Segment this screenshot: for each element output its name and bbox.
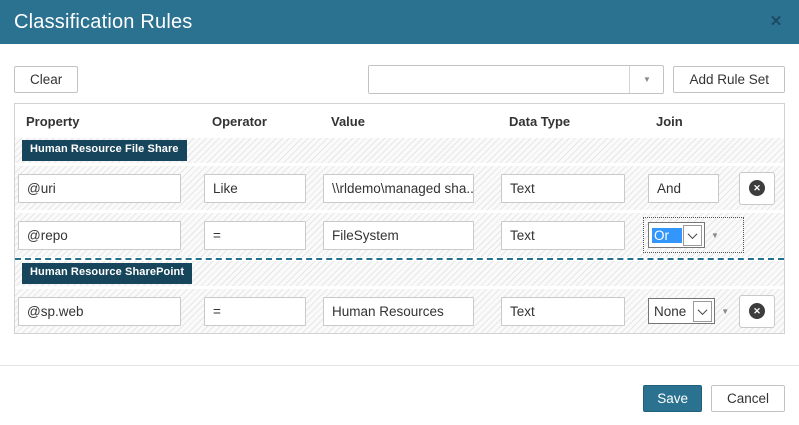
join-selected-option: Or (652, 228, 682, 243)
data-type-field[interactable]: Text (501, 221, 625, 250)
property-field[interactable]: @repo (18, 221, 181, 250)
circle-x-icon: ✕ (749, 303, 765, 319)
value-field[interactable]: FileSystem (323, 221, 474, 250)
group-header-sharepoint: Human Resource SharePoint (15, 261, 784, 286)
group-header-file-share: Human Resource File Share (15, 138, 784, 163)
column-header-data-type: Data Type (501, 114, 648, 129)
dropdown-arrow-icon[interactable]: ▼ (709, 231, 719, 240)
add-rule-set-button[interactable]: Add Rule Set (673, 66, 785, 93)
dialog-title: Classification Rules (14, 11, 193, 34)
join-select-widget: None ▼ (648, 298, 739, 324)
delete-rule-button[interactable]: ✕ (739, 172, 775, 205)
column-header-value: Value (323, 114, 501, 129)
classification-rules-dialog: Classification Rules ✕ Clear ▼ Add Rule … (0, 0, 799, 425)
rule-row-repo: @repo = FileSystem Text Or ▼ (15, 213, 784, 257)
save-button[interactable]: Save (643, 385, 702, 412)
dialog-titlebar: Classification Rules ✕ (0, 0, 799, 44)
select-arrow-box[interactable] (693, 301, 712, 322)
data-type-field[interactable]: Text (501, 174, 625, 203)
join-select[interactable]: Or (648, 222, 705, 248)
circle-x-icon: ✕ (749, 180, 765, 196)
value-field[interactable]: Human Resources (323, 297, 474, 326)
table-header-row: Property Operator Value Data Type Join (15, 104, 784, 138)
join-selected-option: None (654, 304, 692, 319)
property-field[interactable]: @uri (18, 174, 181, 203)
delete-rule-button[interactable]: ✕ (739, 295, 775, 328)
rule-row-sp-web: @sp.web = Human Resources Text None ▼ ✕ (15, 289, 784, 333)
group-badge[interactable]: Human Resource SharePoint (22, 263, 192, 283)
operator-field[interactable]: Like (204, 174, 306, 203)
value-field[interactable]: \\rldemo\managed sha... (323, 174, 474, 203)
column-header-operator: Operator (204, 114, 323, 129)
column-header-property: Property (18, 114, 204, 129)
group-badge[interactable]: Human Resource File Share (22, 140, 187, 160)
select-arrow-box[interactable] (683, 225, 702, 246)
cancel-button[interactable]: Cancel (711, 385, 785, 412)
join-select[interactable]: None (648, 298, 715, 324)
operator-field[interactable]: = (204, 221, 306, 250)
ruleset-combobox: ▼ (368, 65, 664, 94)
footer: Save Cancel (0, 366, 799, 412)
group-separator-dashed-line (15, 258, 784, 260)
column-header-join: Join (648, 114, 739, 129)
property-field[interactable]: @sp.web (18, 297, 181, 326)
combo-dropdown-arrow-icon[interactable]: ▼ (629, 66, 663, 93)
close-icon[interactable]: ✕ (765, 10, 787, 32)
dropdown-arrow-icon[interactable]: ▼ (719, 307, 729, 316)
rules-table: Property Operator Value Data Type Join H… (14, 103, 785, 334)
chevron-down-icon (688, 229, 698, 239)
join-select-widget: Or ▼ (648, 222, 739, 248)
clear-button[interactable]: Clear (14, 66, 78, 93)
chevron-down-icon (698, 305, 708, 315)
toolbar: Clear ▼ Add Rule Set (14, 65, 785, 94)
rule-row-uri: @uri Like \\rldemo\managed sha... Text A… (15, 166, 784, 210)
join-field[interactable]: And (648, 174, 719, 203)
ruleset-combo-input[interactable] (369, 66, 629, 93)
data-type-field[interactable]: Text (501, 297, 625, 326)
operator-field[interactable]: = (204, 297, 306, 326)
